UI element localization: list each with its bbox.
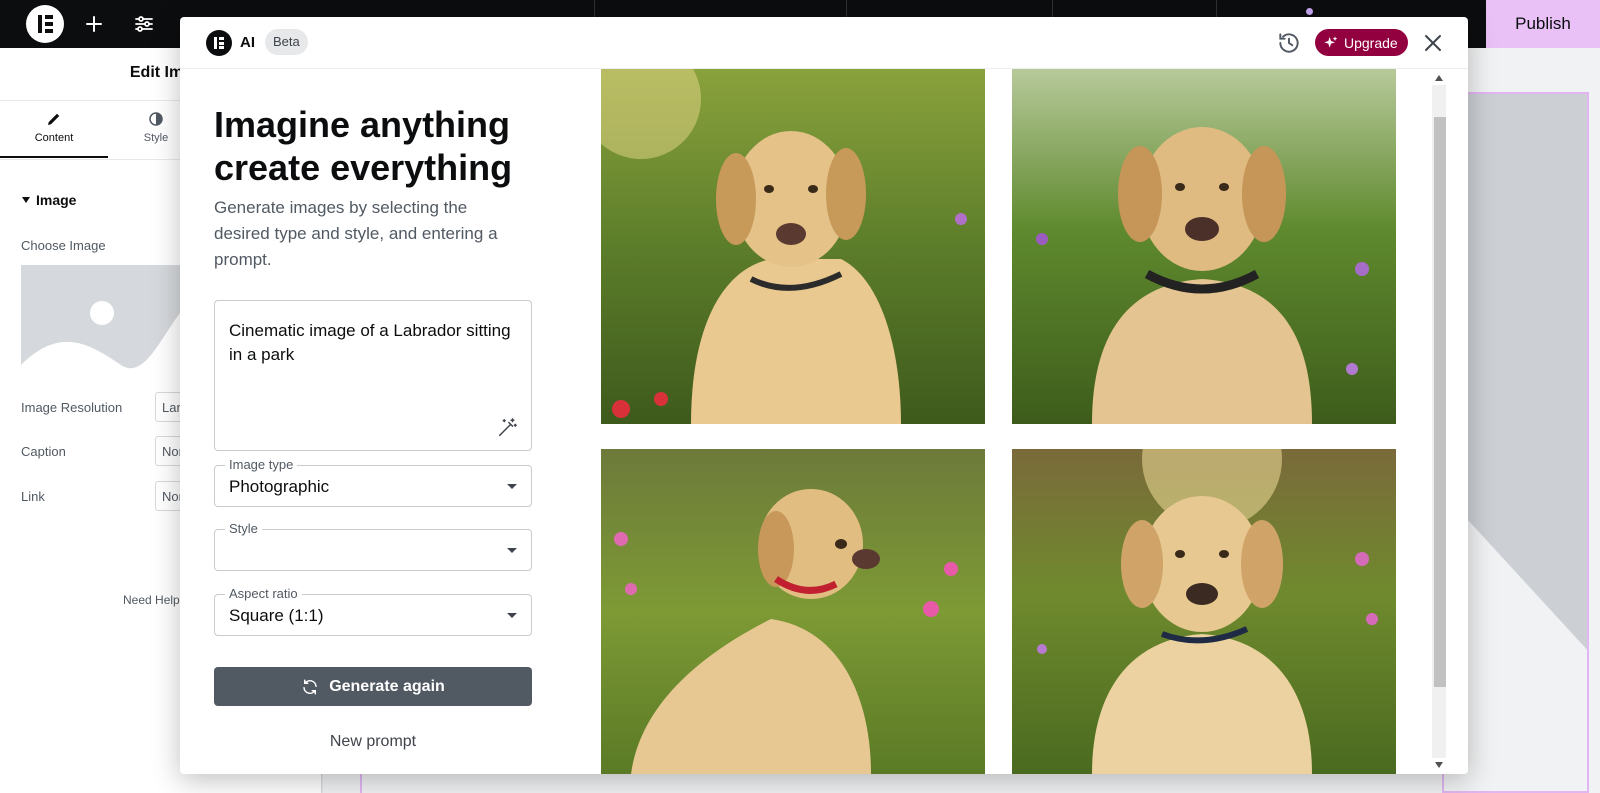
labrador-photo	[601, 449, 985, 774]
upgrade-button[interactable]: Upgrade	[1315, 29, 1408, 56]
section-title: Image	[36, 192, 77, 208]
generated-image[interactable]	[1012, 449, 1396, 774]
magic-wand-icon[interactable]	[496, 417, 518, 439]
image-resolution-label: Image Resolution	[21, 400, 123, 415]
upgrade-label: Upgrade	[1344, 34, 1398, 51]
history-icon[interactable]	[1276, 30, 1302, 56]
scroll-up-arrow-icon[interactable]	[1435, 75, 1443, 81]
generate-again-button[interactable]: Generate again	[214, 667, 532, 706]
refresh-icon	[303, 679, 317, 694]
close-icon[interactable]	[1421, 31, 1445, 55]
publish-button[interactable]: Publish	[1486, 0, 1600, 48]
elementor-logo-icon[interactable]	[26, 5, 64, 43]
prompt-textarea[interactable]: Cinematic image of a Labrador sitting in…	[214, 300, 532, 451]
sparkle-icon	[1324, 35, 1338, 48]
tab-content[interactable]: Content	[0, 110, 108, 158]
new-prompt-button[interactable]: New prompt	[214, 733, 532, 751]
aspect-ratio-select[interactable]: Aspect ratio Square (1:1)	[214, 586, 532, 636]
plus-icon[interactable]	[82, 12, 106, 36]
labrador-photo	[1012, 69, 1396, 424]
pencil-icon	[48, 113, 60, 125]
image-type-label: Image type	[225, 457, 298, 472]
tab-content-label: Content	[34, 132, 74, 144]
image-type-value: Photographic	[229, 477, 330, 496]
scrollbar-thumb[interactable]	[1434, 117, 1446, 687]
section-image-header[interactable]: Image	[22, 192, 76, 208]
generate-again-label: Generate again	[329, 677, 445, 695]
headline: Imagine anything create everything	[214, 104, 513, 188]
aspect-ratio-label: Aspect ratio	[225, 586, 302, 601]
half-circle-icon	[149, 112, 163, 126]
generated-image[interactable]	[601, 69, 985, 424]
notification-dot	[1306, 8, 1313, 15]
beta-badge: Beta	[265, 29, 308, 55]
generated-image[interactable]	[601, 449, 985, 774]
labrador-photo	[601, 69, 985, 424]
chevron-down-icon	[507, 484, 517, 489]
description: Generate images by selecting the desired…	[214, 198, 498, 269]
style-select[interactable]: Style	[214, 521, 532, 571]
generated-image[interactable]	[1012, 69, 1396, 424]
choose-image-label: Choose Image	[21, 238, 106, 253]
caption-label: Caption	[21, 444, 66, 459]
image-type-select[interactable]: Image type Photographic	[214, 457, 532, 507]
need-help-link[interactable]: Need Help	[123, 593, 180, 607]
link-label: Link	[21, 489, 45, 504]
scroll-down-arrow-icon[interactable]	[1435, 762, 1443, 768]
chevron-down-icon	[507, 548, 517, 553]
labrador-photo	[1012, 449, 1396, 774]
style-label: Style	[225, 521, 262, 536]
chevron-down-icon	[507, 613, 517, 618]
aspect-ratio-value: Square (1:1)	[229, 606, 324, 625]
ai-image-modal: AI Beta Upgrade Imagine anything create …	[180, 17, 1468, 774]
caret-down-icon	[22, 197, 30, 203]
modal-header: AI Beta Upgrade	[180, 17, 1468, 69]
elementor-logo-icon	[206, 30, 232, 56]
modal-title: AI	[240, 34, 255, 51]
sliders-icon[interactable]	[132, 12, 156, 36]
tab-style-label: Style	[143, 132, 169, 144]
